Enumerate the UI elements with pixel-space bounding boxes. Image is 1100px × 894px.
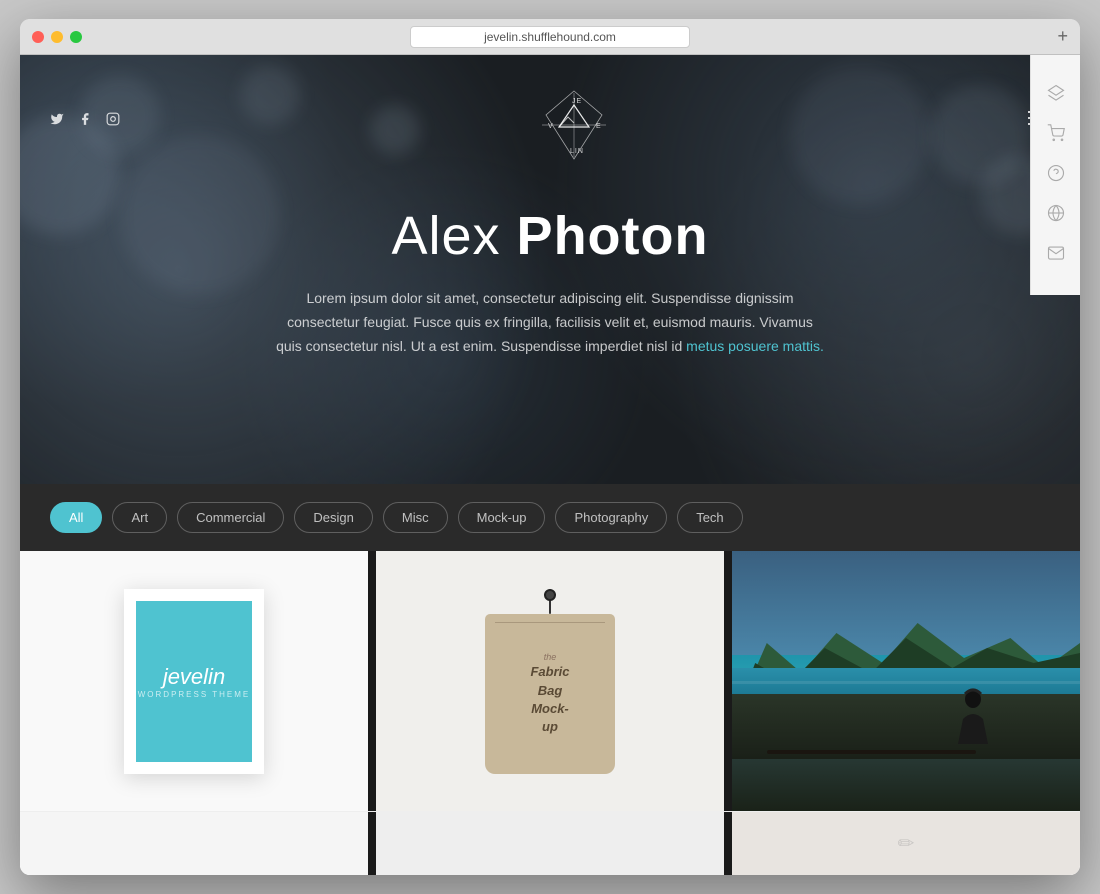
svg-text:E: E [596, 123, 601, 130]
bottom-item-3: ✏ [732, 812, 1080, 875]
hero-section: JE V E LIN [20, 55, 1080, 484]
brand-text: jevelin [163, 664, 225, 690]
filter-all[interactable]: All [50, 502, 102, 533]
browser-window: jevelin.shufflehound.com + [20, 19, 1080, 875]
filter-photography[interactable]: Photography [555, 502, 667, 533]
filter-bar: All Art Commercial Design Misc Mock-up P… [20, 484, 1080, 551]
portfolio-grid: jevelin WORDPRESS THEME [20, 551, 1080, 811]
separator-2 [724, 551, 732, 811]
frame-mockup: jevelin WORDPRESS THEME [124, 589, 264, 774]
maximize-button[interactable] [70, 31, 82, 43]
address-bar[interactable]: jevelin.shufflehound.com [410, 26, 690, 48]
right-sidebar [1030, 55, 1080, 295]
cart-icon[interactable] [1047, 124, 1065, 147]
bag-label: the Fabric Bag Mock- up [530, 651, 569, 736]
svg-text:JE: JE [572, 98, 582, 105]
site-logo: JE V E LIN [534, 85, 614, 165]
portfolio-bottom-row: ✏ [20, 811, 1080, 875]
bag-top [520, 589, 580, 614]
hero-content: Alex Photon Lorem ipsum dolor sit amet, … [235, 205, 865, 358]
website: JE V E LIN [20, 55, 1080, 875]
close-button[interactable] [32, 31, 44, 43]
bottom-separator-1 [368, 812, 376, 875]
add-tab-button[interactable]: + [1057, 26, 1068, 47]
mail-icon[interactable] [1047, 244, 1065, 267]
filter-mockup[interactable]: Mock-up [458, 502, 546, 533]
portfolio-item-1[interactable]: jevelin WORDPRESS THEME [20, 551, 368, 811]
filter-tech[interactable]: Tech [677, 502, 742, 533]
bottom-item-1 [20, 812, 368, 875]
person-silhouette [953, 684, 993, 754]
twitter-link[interactable] [50, 112, 64, 129]
bag-body: the Fabric Bag Mock- up [485, 614, 615, 774]
separator-1 [368, 551, 376, 811]
svg-text:V: V [548, 123, 553, 130]
portfolio-item-2[interactable]: the Fabric Bag Mock- up [376, 551, 724, 811]
lake-photo [732, 551, 1080, 811]
globe-icon[interactable] [1047, 204, 1065, 227]
hero-navigation: JE V E LIN [20, 55, 1080, 185]
hero-title-light: Alex [391, 206, 516, 266]
filter-design[interactable]: Design [294, 502, 372, 533]
hero-title: Alex Photon [275, 205, 825, 267]
question-icon[interactable] [1047, 164, 1065, 187]
filter-commercial[interactable]: Commercial [177, 502, 284, 533]
traffic-lights [32, 31, 82, 43]
instagram-link[interactable] [106, 112, 120, 129]
browser-titlebar: jevelin.shufflehound.com + [20, 19, 1080, 55]
bottom-separator-2 [724, 812, 732, 875]
browser-content: JE V E LIN [20, 55, 1080, 875]
svg-text:LIN: LIN [570, 148, 584, 155]
filter-art[interactable]: Art [112, 502, 167, 533]
brand-subtitle: WORDPRESS THEME [138, 690, 251, 699]
bag-container: the Fabric Bag Mock- up [485, 589, 615, 774]
layers-icon[interactable] [1047, 84, 1065, 107]
facebook-link[interactable] [78, 112, 92, 129]
filter-misc[interactable]: Misc [383, 502, 448, 533]
hero-link[interactable]: metus posuere mattis. [686, 338, 824, 354]
hero-title-bold: Photon [517, 206, 709, 266]
portfolio-item-3[interactable] [732, 551, 1080, 811]
hero-description: Lorem ipsum dolor sit amet, consectetur … [275, 287, 825, 358]
bottom-item-2 [376, 812, 724, 875]
social-links [50, 112, 120, 129]
minimize-button[interactable] [51, 31, 63, 43]
